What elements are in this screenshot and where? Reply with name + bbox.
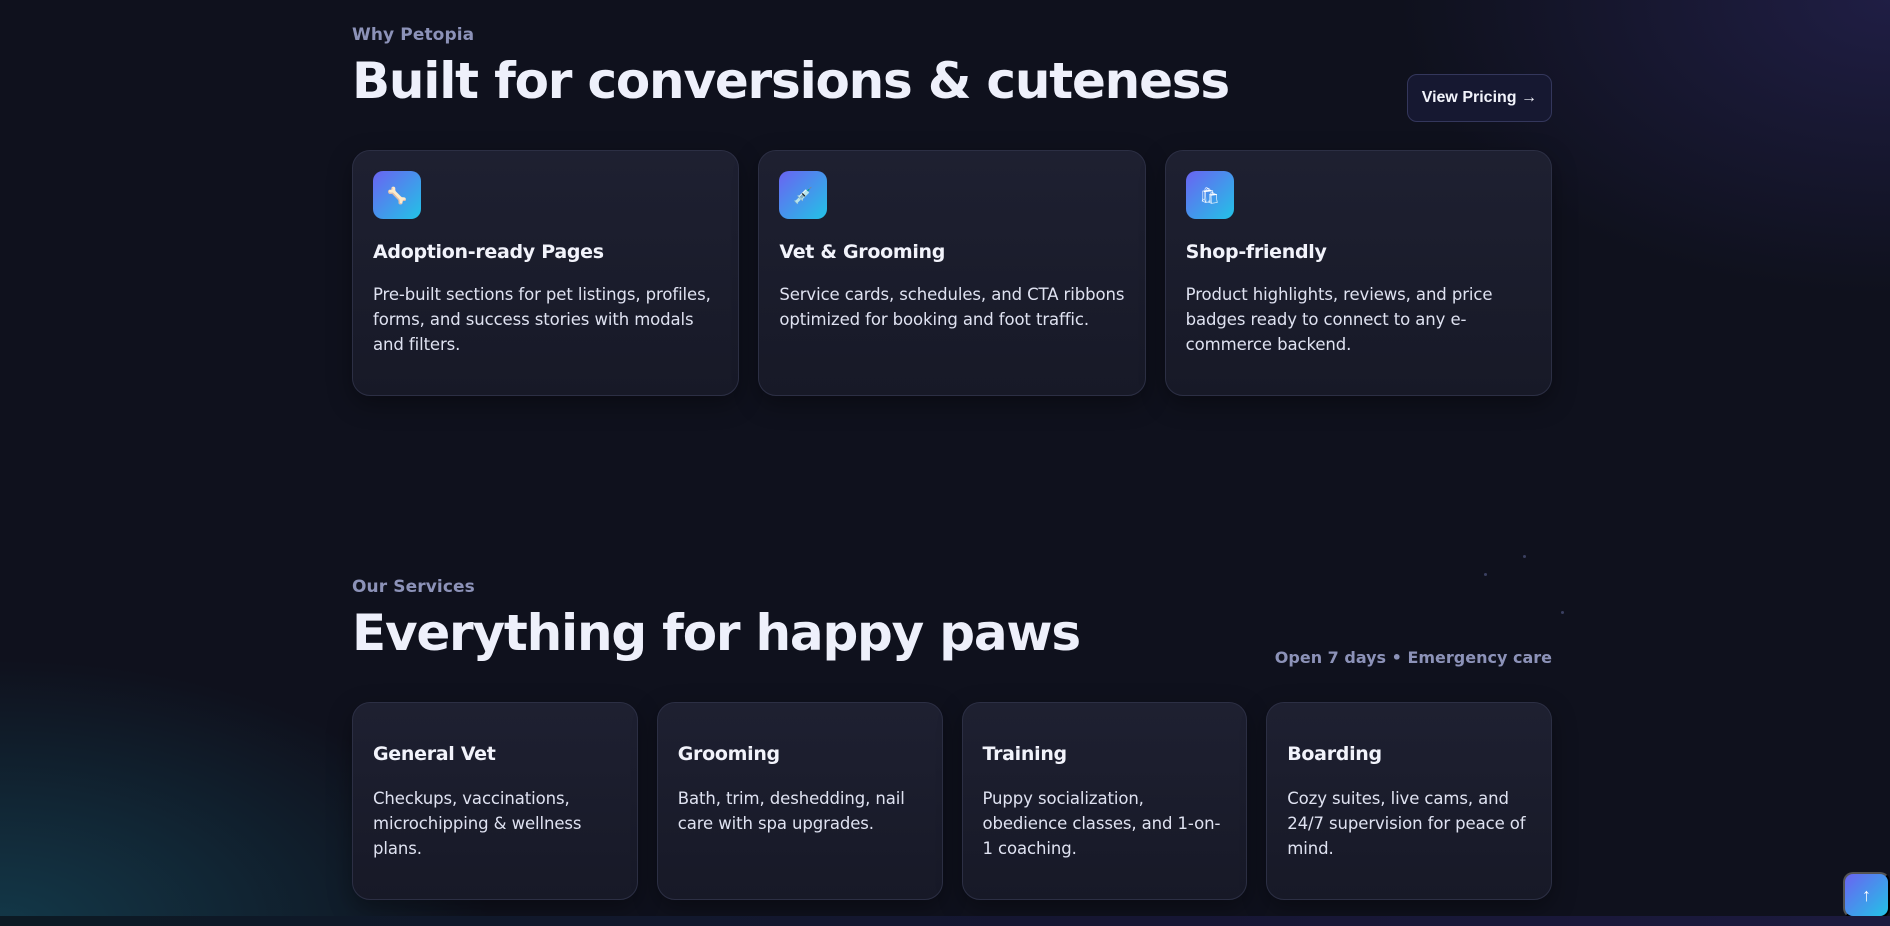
service-card-text: Cozy suites, live cams, and 24/7 supervi… [1287,789,1526,858]
why-heading-row: Built for conversions & cuteness View Pr… [352,50,1552,122]
feature-card-vet: 💉 Vet & Grooming Service cards, schedule… [758,150,1146,396]
services-heading-row: Everything for happy paws Open 7 days • … [352,602,1552,667]
service-card-title: General Vet [373,743,496,765]
bottom-bar [0,916,1890,926]
arrow-up-icon: ↑ [1862,884,1871,905]
why-heading: Built for conversions & cuteness [352,52,1230,110]
feature-card-text: Product highlights, reviews, and price b… [1185,285,1493,354]
service-card-training: Training Puppy socialization, obedience … [961,702,1248,900]
feature-card-adoption: 🦴 Adoption-ready Pages Pre-built section… [352,150,740,396]
decor-dot [1561,611,1564,614]
service-card-text: Puppy socialization, obedience classes, … [982,789,1221,858]
bone-icon: 🦴 [373,171,421,219]
view-pricing-button[interactable]: View Pricing → [1406,74,1552,122]
service-cards: General Vet Checkups, vaccinations, micr… [352,702,1552,900]
service-card-text: Checkups, vaccinations, microchipping & … [373,789,582,858]
service-card-title: Training [982,743,1068,765]
feature-cards: 🦴 Adoption-ready Pages Pre-built section… [352,150,1552,396]
decor-dot [1523,555,1526,558]
feature-card-title: Adoption-ready Pages [373,241,604,263]
shopping-bag-icon: 🛍 [1185,171,1234,219]
services-heading: Everything for happy paws [352,604,1081,662]
why-eyebrow: Why Petopia [352,25,475,45]
service-card-boarding: Boarding Cozy suites, live cams, and 24/… [1266,702,1552,900]
services-section: Our Services Everything for happy paws O… [352,576,1552,900]
service-card-grooming: Grooming Bath, trim, deshedding, nail ca… [656,702,943,900]
why-section: Why Petopia Built for conversions & cute… [352,24,1552,396]
services-eyebrow: Our Services [352,577,475,597]
service-card-title: Grooming [677,743,780,765]
feature-card-text: Service cards, schedules, and CTA ribbon… [779,285,1125,329]
feature-card-text: Pre-built sections for pet listings, pro… [373,285,711,354]
feature-card-title: Shop-friendly [1185,241,1327,263]
back-to-top-button[interactable]: ↑ [1843,872,1890,918]
service-card-text: Bath, trim, deshedding, nail care with s… [677,789,905,833]
hours-note: Open 7 days • Emergency care [1274,648,1552,667]
service-card-general-vet: General Vet Checkups, vaccinations, micr… [352,702,638,900]
service-card-title: Boarding [1287,743,1382,765]
feature-card-title: Vet & Grooming [779,241,946,263]
syringe-icon: 💉 [779,171,828,219]
feature-card-shop: 🛍 Shop-friendly Product highlights, revi… [1164,150,1552,396]
